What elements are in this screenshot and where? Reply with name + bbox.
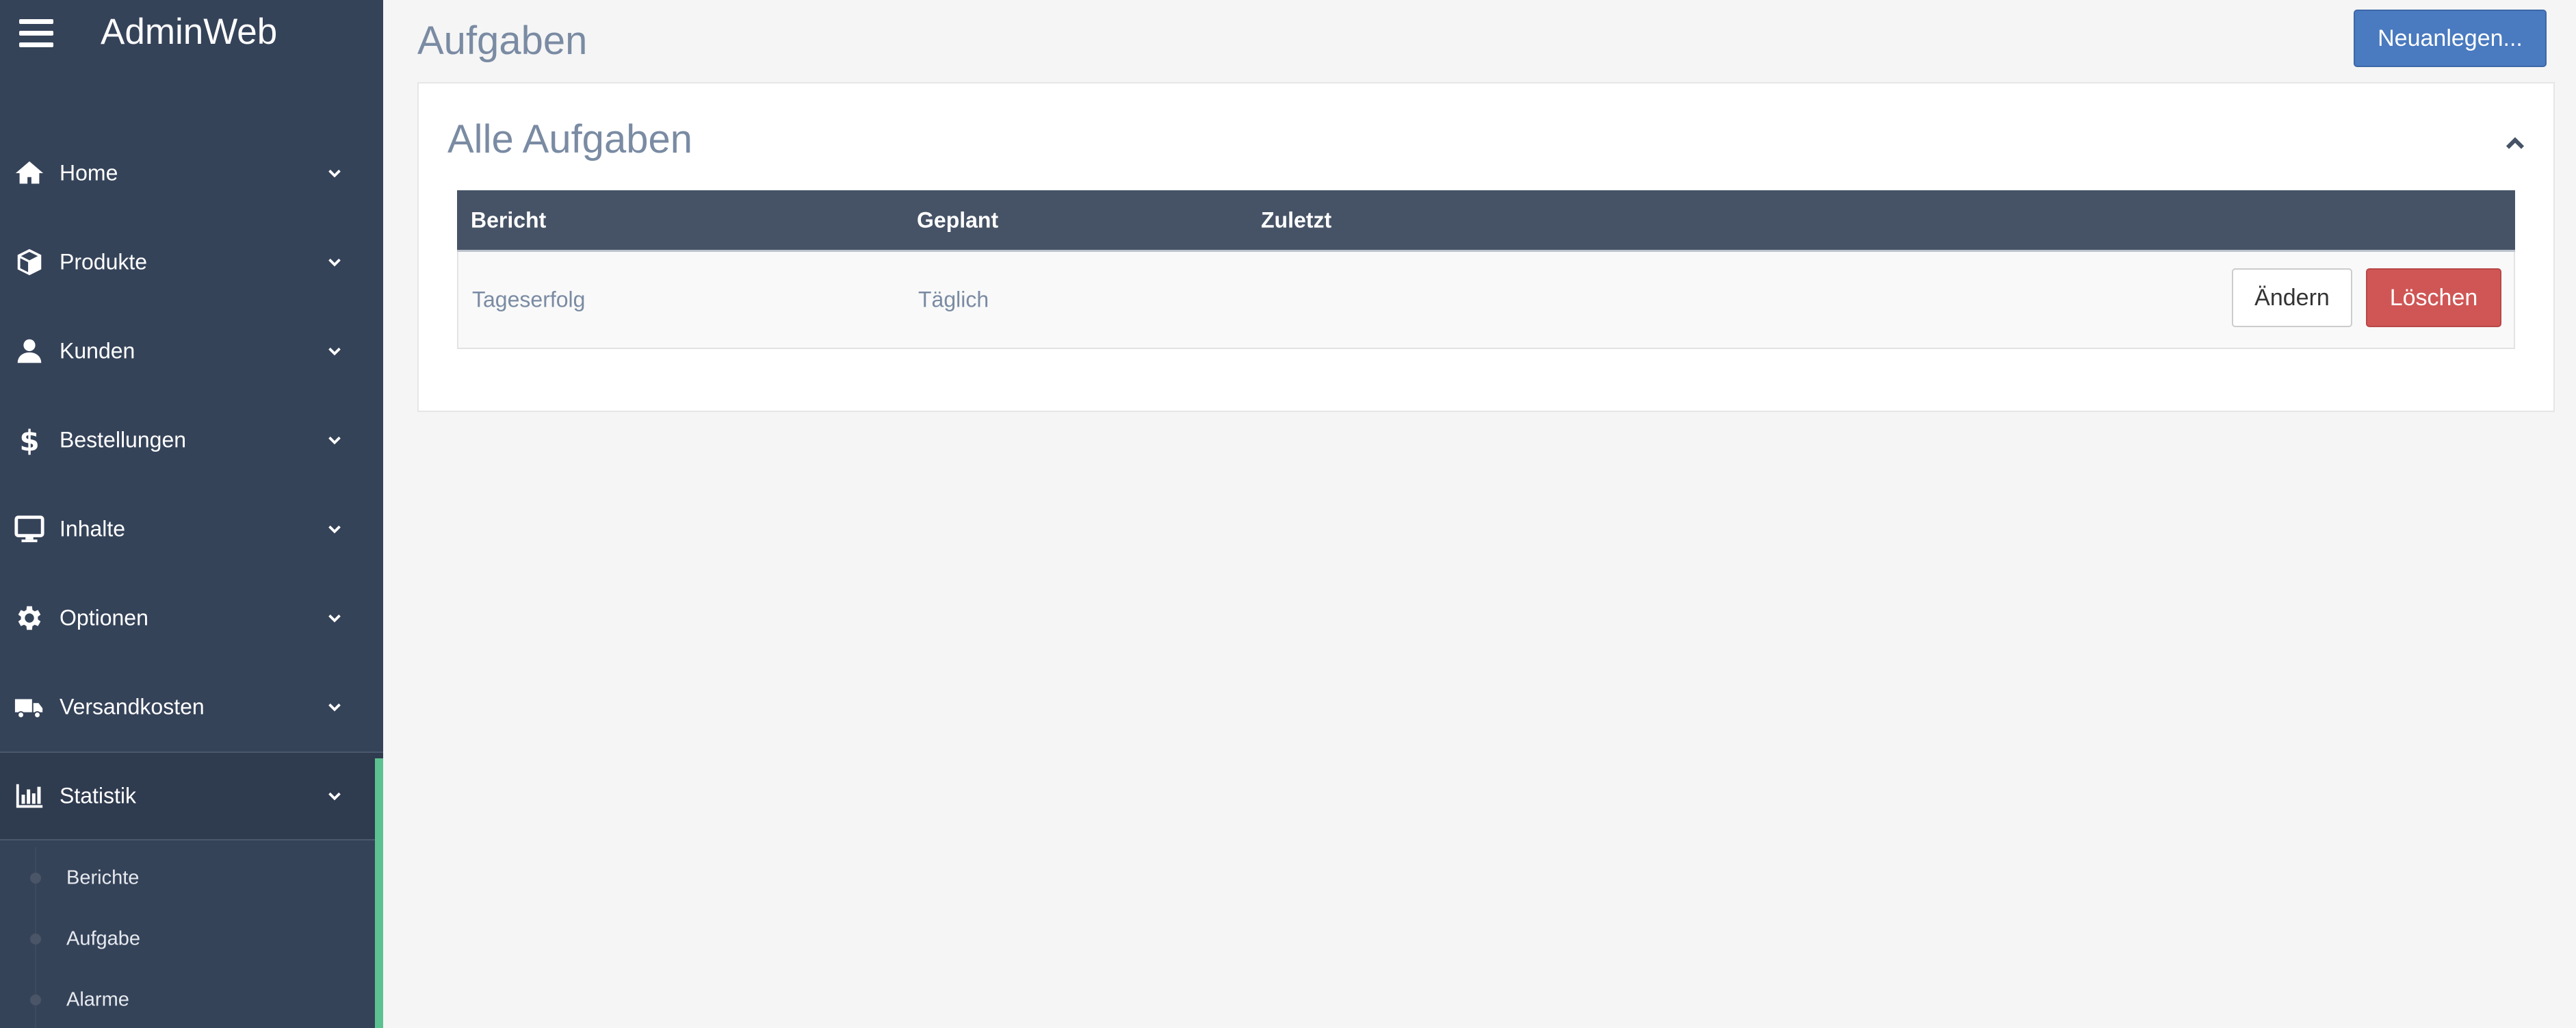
- monitor-icon: [14, 513, 45, 545]
- box-icon: [14, 246, 45, 278]
- column-header-geplant[interactable]: Geplant: [917, 207, 998, 233]
- sidebar-item-label: Optionen: [60, 605, 148, 630]
- sidebar-item-label: Inhalte: [60, 516, 126, 541]
- sidebar-item-label: Kunden: [60, 338, 135, 363]
- table-header: Bericht Geplant Zuletzt: [457, 190, 2515, 252]
- cell-geplant: Täglich: [918, 287, 989, 312]
- tasks-panel: Alle Aufgaben Bericht Geplant Zuletzt Ta…: [417, 82, 2555, 412]
- edit-button[interactable]: Ändern: [2232, 268, 2352, 327]
- sidebar: AdminWeb Home Produkte Kunden $ Bestellu…: [0, 0, 383, 1028]
- bullet-icon: [30, 872, 41, 884]
- sidebar-item-label: Home: [60, 160, 118, 185]
- column-header-bericht[interactable]: Bericht: [471, 207, 546, 233]
- submenu-item-label: Aufgabe: [66, 927, 141, 949]
- chevron-down-icon: [324, 697, 345, 717]
- bar-chart-icon: [14, 780, 45, 812]
- svg-text:$: $: [19, 424, 39, 456]
- new-button[interactable]: Neuanlegen...: [2354, 10, 2547, 67]
- chevron-down-icon: [324, 163, 345, 183]
- sidebar-item-statistik[interactable]: Statistik: [0, 751, 383, 840]
- submenu-item-label: Alarme: [66, 988, 129, 1010]
- chevron-down-icon: [324, 252, 345, 272]
- brand-title: AdminWeb: [101, 12, 278, 52]
- sidebar-item-produkte[interactable]: Produkte: [0, 218, 383, 307]
- submenu-item-label: Berichte: [66, 866, 140, 888]
- table-row: Tageserfolg Täglich Ändern Löschen: [457, 252, 2515, 349]
- user-icon: [14, 335, 45, 367]
- cell-bericht: Tageserfolg: [472, 287, 586, 312]
- page-title: Aufgaben: [417, 18, 588, 63]
- chevron-down-icon: [324, 341, 345, 361]
- chevron-up-icon[interactable]: [2500, 129, 2530, 159]
- sidebar-nav: Home Produkte Kunden $ Bestellungen Inha…: [0, 129, 383, 840]
- sidebar-item-label: Bestellungen: [60, 427, 187, 452]
- submenu-item-alarme[interactable]: Alarme: [0, 969, 375, 1028]
- chevron-down-icon: [324, 430, 345, 450]
- sidebar-item-label: Versandkosten: [60, 694, 205, 719]
- submenu-statistik: Berichte Aufgabe Alarme: [0, 847, 375, 1028]
- brand-bar: AdminWeb: [0, 0, 383, 68]
- sidebar-item-home[interactable]: Home: [0, 129, 383, 218]
- chevron-down-icon: [324, 608, 345, 628]
- sidebar-item-label: Produkte: [60, 249, 148, 274]
- truck-icon: [14, 691, 45, 723]
- tasks-table: Bericht Geplant Zuletzt Tageserfolg Tägl…: [457, 190, 2515, 349]
- sidebar-item-kunden[interactable]: Kunden: [0, 307, 383, 396]
- gear-icon: [14, 602, 45, 634]
- bullet-icon: [30, 933, 41, 945]
- sidebar-item-inhalte[interactable]: Inhalte: [0, 485, 383, 574]
- sidebar-item-versandkosten[interactable]: Versandkosten: [0, 663, 383, 751]
- bullet-icon: [30, 994, 41, 1005]
- chevron-down-icon: [324, 786, 345, 806]
- submenu-item-berichte[interactable]: Berichte: [0, 847, 375, 908]
- column-header-zuletzt[interactable]: Zuletzt: [1261, 207, 1331, 233]
- sidebar-item-optionen[interactable]: Optionen: [0, 574, 383, 663]
- chevron-down-icon: [324, 519, 345, 539]
- home-icon: [14, 157, 45, 189]
- delete-button[interactable]: Löschen: [2366, 268, 2501, 327]
- sidebar-item-label: Statistik: [60, 783, 137, 808]
- submenu-item-aufgabe[interactable]: Aufgabe: [0, 908, 375, 969]
- panel-title: Alle Aufgaben: [447, 117, 692, 162]
- dollar-icon: $: [14, 424, 45, 456]
- menu-toggle-icon[interactable]: [19, 19, 53, 48]
- active-indicator: [375, 758, 383, 1028]
- sidebar-item-bestellungen[interactable]: $ Bestellungen: [0, 396, 383, 485]
